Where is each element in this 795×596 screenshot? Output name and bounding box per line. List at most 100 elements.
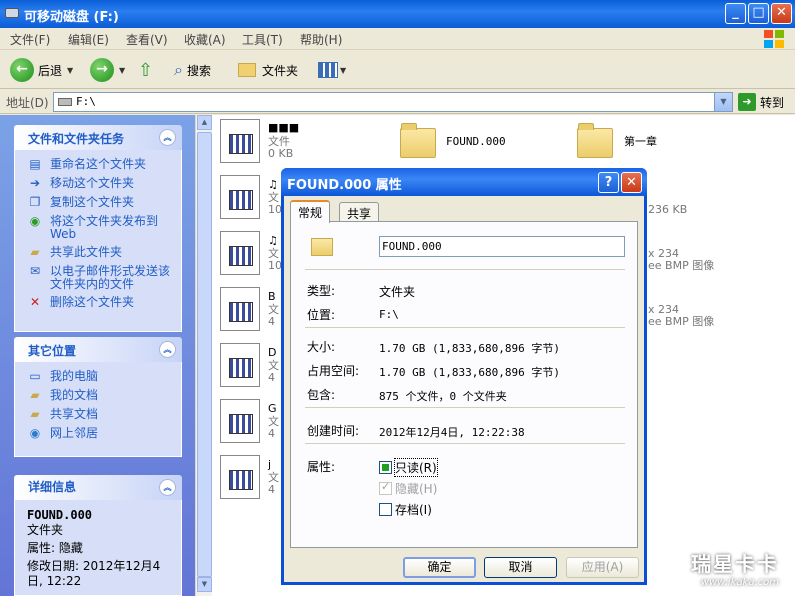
scroll-down-icon[interactable]: ▼ bbox=[197, 577, 212, 592]
folder-icon bbox=[311, 238, 333, 256]
contains-value: 875 个文件，0 个文件夹 bbox=[379, 390, 507, 403]
dialog-close-button[interactable]: ✕ bbox=[621, 172, 642, 193]
folder-icon[interactable] bbox=[577, 123, 613, 158]
file-icon[interactable] bbox=[220, 231, 260, 275]
place-shared-documents[interactable]: ▰ 共享文档 bbox=[27, 408, 175, 422]
address-input[interactable]: F:\ ▼ bbox=[53, 92, 733, 112]
task-move-folder[interactable]: ➔ 移动这个文件夹 bbox=[27, 177, 175, 191]
file-size: 4 bbox=[268, 371, 275, 384]
close-button[interactable]: ✕ bbox=[771, 3, 792, 24]
watermark-title: 瑞星卡卡 bbox=[691, 552, 779, 576]
folder-name-input[interactable]: FOUND.000 bbox=[379, 236, 625, 257]
views-dropdown-icon[interactable]: ▼ bbox=[340, 66, 346, 75]
file-name: ■■■ bbox=[268, 121, 300, 134]
file-name: G bbox=[268, 402, 277, 415]
menu-favorites[interactable]: 收藏(A) bbox=[184, 31, 226, 48]
maximize-button[interactable]: □ bbox=[748, 3, 769, 24]
up-folder-button[interactable]: ⇧ bbox=[138, 58, 153, 82]
address-label: 地址(D) bbox=[6, 96, 49, 110]
forward-dropdown-icon[interactable]: ▼ bbox=[119, 66, 125, 75]
copy-icon: ❐ bbox=[29, 195, 41, 209]
back-button[interactable]: ← 后退 ▼ bbox=[10, 58, 73, 82]
details-attributes: 属性: 隐藏 bbox=[27, 541, 83, 555]
scroll-up-icon[interactable]: ▲ bbox=[197, 115, 212, 130]
details-header[interactable]: 详细信息 ︽ bbox=[14, 475, 182, 500]
size-label: 大小: bbox=[307, 340, 336, 354]
forward-button[interactable]: → ▼ bbox=[90, 58, 125, 82]
menu-help[interactable]: 帮助(H) bbox=[300, 31, 342, 48]
scroll-thumb[interactable] bbox=[197, 132, 212, 577]
task-share-folder[interactable]: ▰ 共享此文件夹 bbox=[27, 246, 175, 260]
window-titlebar[interactable]: 可移动磁盘 (F:) _ □ ✕ bbox=[0, 0, 795, 28]
attributes-label: 属性: bbox=[307, 460, 336, 474]
file-icon[interactable] bbox=[220, 399, 260, 443]
menu-tools[interactable]: 工具(T) bbox=[242, 31, 283, 48]
vertical-scrollbar[interactable]: ▲ ▼ bbox=[195, 115, 212, 596]
views-button[interactable]: ▼ bbox=[318, 58, 346, 82]
archive-check-box[interactable] bbox=[379, 503, 392, 516]
menu-file[interactable]: 文件(F) bbox=[10, 31, 50, 48]
folder-icon[interactable] bbox=[400, 123, 436, 158]
file-icon[interactable] bbox=[220, 455, 260, 499]
help-button[interactable]: ? bbox=[598, 172, 619, 193]
minimize-button[interactable]: _ bbox=[725, 3, 746, 24]
search-button[interactable]: ⌕ 搜索 bbox=[174, 58, 211, 82]
file-icon[interactable] bbox=[220, 343, 260, 387]
separator bbox=[305, 443, 625, 444]
file-name: j bbox=[268, 458, 272, 471]
back-dropdown-icon[interactable]: ▼ bbox=[67, 66, 73, 75]
archive-checkbox[interactable]: 存档(I) bbox=[379, 501, 432, 518]
globe-icon: ◉ bbox=[29, 214, 41, 228]
file-icon[interactable] bbox=[220, 287, 260, 331]
address-bar: 地址(D) F:\ ▼ ➜ 转到 bbox=[0, 90, 795, 114]
go-button[interactable]: ➜ 转到 bbox=[738, 93, 784, 111]
task-pane: 文件和文件夹任务 ︽ ▤ 重命名这个文件夹 ➔ 移动这个文件夹 ❐ 复制这个文件夹 ◉… bbox=[0, 115, 195, 596]
file-icon[interactable] bbox=[220, 175, 260, 219]
toolbar: ← 后退 ▼ → ▼ ⇧ ⌕ 搜索 文件夹 ▼ bbox=[0, 51, 795, 89]
address-dropdown-icon[interactable]: ▼ bbox=[714, 93, 732, 111]
task-rename-folder[interactable]: ▤ 重命名这个文件夹 bbox=[27, 158, 175, 172]
details-panel: 详细信息 ︽ FOUND.000 文件夹 属性: 隐藏 修改日期: 2012年1… bbox=[14, 475, 182, 596]
ok-button[interactable]: 确定 bbox=[403, 557, 476, 578]
place-my-documents[interactable]: ▰ 我的文档 bbox=[27, 389, 175, 403]
details-type: 文件夹 bbox=[27, 523, 64, 537]
collapse-icon[interactable]: ︽ bbox=[159, 479, 176, 496]
tab-general[interactable]: 常规 bbox=[290, 200, 331, 223]
hidden-check-box[interactable]: ✓ bbox=[379, 480, 392, 495]
file-icon[interactable] bbox=[220, 119, 260, 163]
task-copy-folder[interactable]: ❐ 复制这个文件夹 bbox=[27, 196, 175, 210]
archive-label: 存档(I) bbox=[395, 503, 432, 517]
disk-usage-value: 1.70 GB (1,833,680,896 字节) bbox=[379, 366, 560, 379]
menu-view[interactable]: 查看(V) bbox=[126, 31, 168, 48]
file-tasks-header[interactable]: 文件和文件夹任务 ︽ bbox=[14, 125, 182, 150]
other-places-header[interactable]: 其它位置 ︽ bbox=[14, 337, 182, 362]
folder-name: FOUND.000 bbox=[446, 135, 506, 148]
cancel-button[interactable]: 取消 bbox=[484, 557, 557, 578]
tab-sharing[interactable]: 共享 bbox=[339, 202, 380, 222]
apply-button[interactable]: 应用(A) bbox=[566, 557, 639, 578]
address-value: F:\ bbox=[76, 95, 96, 108]
folders-button[interactable]: 文件夹 bbox=[238, 58, 298, 82]
task-label: 删除这个文件夹 bbox=[50, 295, 135, 309]
collapse-icon[interactable]: ︽ bbox=[159, 341, 176, 358]
search-icon: ⌕ bbox=[174, 60, 183, 79]
dialog-titlebar[interactable]: FOUND.000 属性 ? ✕ bbox=[281, 168, 647, 196]
file-name: ♫ bbox=[268, 178, 278, 191]
task-publish-web[interactable]: ◉ 将这个文件夹发布到 Web bbox=[27, 215, 175, 241]
place-my-computer[interactable]: ▭ 我的电脑 bbox=[27, 370, 175, 384]
collapse-icon[interactable]: ︽ bbox=[159, 129, 176, 146]
type-label: 类型: bbox=[307, 284, 336, 298]
hidden-checkbox[interactable]: ✓ 隐藏(H) bbox=[379, 480, 437, 497]
readonly-checkbox[interactable]: 只读(R) bbox=[379, 458, 438, 477]
task-delete-folder[interactable]: ✕ 删除这个文件夹 bbox=[27, 296, 175, 310]
documents-icon: ▰ bbox=[30, 388, 40, 402]
up-folder-icon: ⇧ bbox=[138, 59, 154, 81]
place-network[interactable]: ◉ 网上邻居 bbox=[27, 427, 175, 441]
back-label: 后退 bbox=[38, 63, 63, 78]
task-email-files[interactable]: ✉ 以电子邮件形式发送该文件夹内的文件 bbox=[27, 265, 175, 291]
place-label: 共享文档 bbox=[50, 407, 99, 421]
file-tasks-panel: 文件和文件夹任务 ︽ ▤ 重命名这个文件夹 ➔ 移动这个文件夹 ❐ 复制这个文件夹 ◉… bbox=[14, 125, 182, 332]
file-size: 10 bbox=[268, 259, 282, 272]
readonly-check-box[interactable] bbox=[379, 461, 392, 474]
menu-edit[interactable]: 编辑(E) bbox=[68, 31, 109, 48]
